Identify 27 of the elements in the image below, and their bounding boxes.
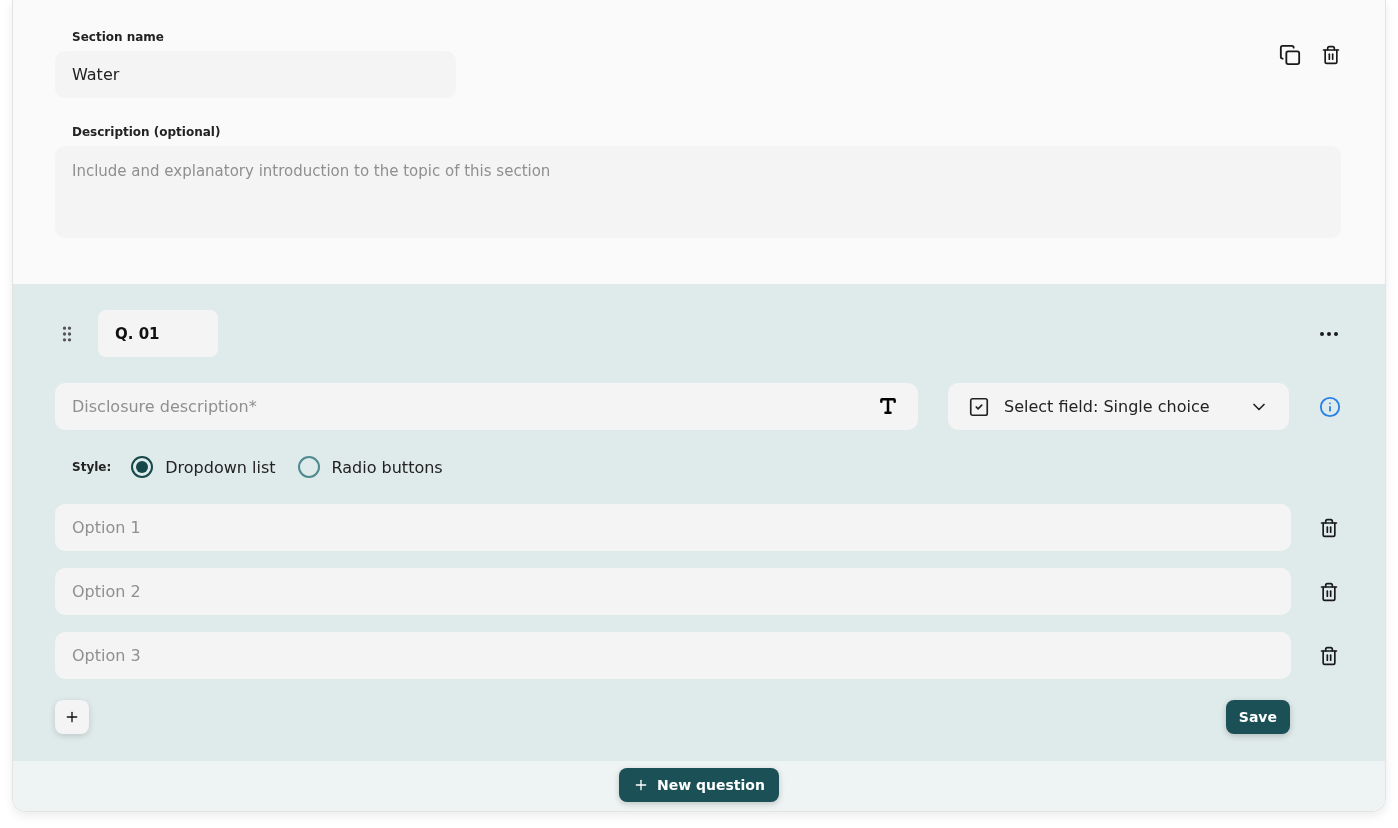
field-label: Description (optional) (72, 125, 222, 139)
question-number-field[interactable]: Q. 01 (98, 310, 218, 357)
trash-icon[interactable] (1321, 45, 1341, 65)
field-type-dropdown[interactable]: Select field: Single choice (948, 383, 1289, 430)
new-question-button[interactable]: New question (619, 768, 779, 802)
plus-icon (64, 709, 80, 725)
disclosure-description-field[interactable]: Disclosure description* (55, 383, 918, 430)
section-name-field[interactable]: Water (55, 51, 456, 98)
add-option-button[interactable] (55, 700, 89, 734)
text-format-icon[interactable] (878, 396, 898, 416)
field-label: Section name (72, 30, 165, 44)
info-icon[interactable] (1319, 395, 1341, 418)
save-button[interactable]: Save (1225, 700, 1290, 734)
trash-icon[interactable] (1319, 517, 1339, 538)
style-label: Style: (72, 460, 112, 474)
radio-option[interactable]: Dropdown list (131, 456, 276, 478)
option-field[interactable]: Option 1 (55, 504, 1291, 551)
description-field[interactable]: Include and explanatory introduction to the topic of this section (55, 146, 1341, 238)
radio-button[interactable] (131, 456, 154, 478)
radio-option[interactable]: Radio buttons (297, 456, 443, 478)
trash-icon[interactable] (1319, 581, 1339, 602)
checkbox-icon (968, 395, 990, 418)
option-field[interactable]: Option 2 (55, 568, 1291, 615)
option-field[interactable]: Option 3 (55, 632, 1291, 679)
radio-button[interactable] (297, 456, 320, 478)
trash-icon[interactable] (1319, 645, 1339, 666)
copy-icon[interactable] (1279, 44, 1301, 66)
